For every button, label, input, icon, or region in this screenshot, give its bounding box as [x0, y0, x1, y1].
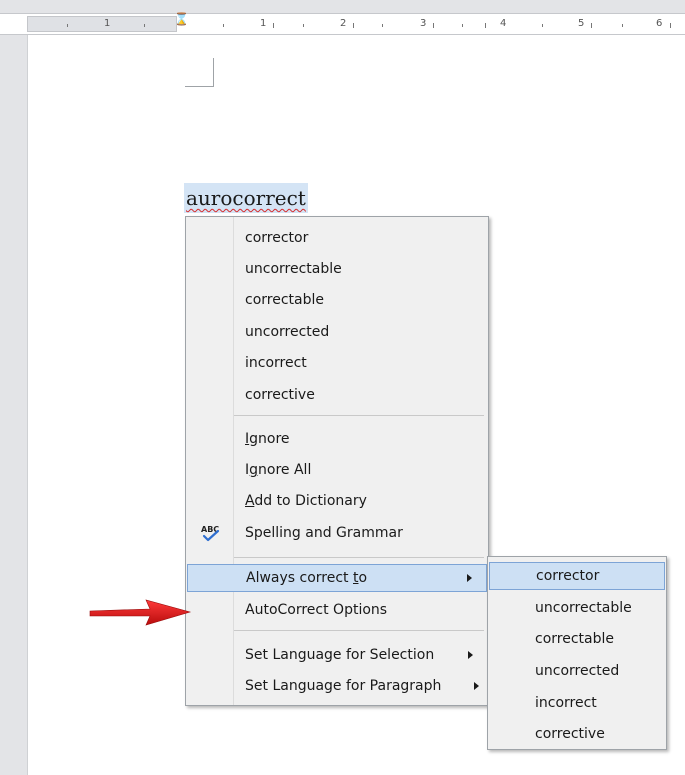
ruler-tick [382, 24, 383, 27]
menu-separator [234, 415, 484, 416]
submenu-arrow-icon [467, 574, 472, 582]
ruler-tick [223, 24, 224, 27]
menu-item-label: nore All [258, 462, 312, 478]
submenu-item-corrective[interactable]: corrective [489, 720, 665, 748]
ruler-tick [622, 24, 623, 27]
ruler-tick [67, 24, 68, 27]
ruler-left-margin [27, 16, 177, 32]
submenu-item-correctable[interactable]: correctable [489, 625, 665, 653]
spelling-check-icon: ABC [201, 525, 219, 542]
spelling-and-grammar-menu-item[interactable]: ABC Spelling and Grammar [187, 519, 487, 547]
ruler-tick [670, 23, 671, 28]
menu-item-label: dd to Dictionary [254, 493, 367, 509]
ruler-number: 1 [260, 18, 267, 29]
ruler-tick [433, 23, 434, 28]
suggestion-uncorrectable[interactable]: uncorrectable [187, 255, 487, 283]
horizontal-ruler[interactable]: 1 1 2 3 4 5 6 [0, 13, 685, 35]
ruler-tick [144, 24, 145, 27]
red-arrow-icon [89, 599, 192, 626]
ignore-all-menu-item[interactable]: Ignore All [187, 456, 487, 484]
suggestion-uncorrected[interactable]: uncorrected [187, 318, 487, 346]
suggestion-corrective[interactable]: corrective [187, 381, 487, 409]
menu-item-label: Set Language for Selection [245, 647, 435, 663]
ruler-number: 1 [104, 18, 111, 29]
mnemonic: A [245, 493, 255, 509]
always-correct-to-menu-item[interactable]: Always correct to [187, 564, 487, 592]
suggestion-incorrect[interactable]: incorrect [187, 349, 487, 377]
submenu-item-uncorrected[interactable]: uncorrected [489, 657, 665, 685]
set-language-paragraph-menu-item[interactable]: Set Language for Paragraph [187, 672, 487, 700]
ruler-tick [303, 24, 304, 27]
menu-separator [234, 557, 484, 558]
menu-item-label: Set Language for Paragraph [245, 678, 442, 694]
menu-separator [234, 630, 484, 631]
submenu-arrow-icon [474, 682, 479, 690]
ignore-menu-item[interactable]: Ignore [187, 425, 487, 453]
always-correct-to-submenu: corrector uncorrectable correctable unco… [487, 556, 667, 750]
menu-item-label: Spelling and Grammar [245, 525, 403, 541]
ruler-number: 2 [340, 18, 347, 29]
spellcheck-context-menu: corrector uncorrectable correctable unco… [185, 216, 489, 706]
suggestion-correctable[interactable]: correctable [187, 286, 487, 314]
set-language-selection-menu-item[interactable]: Set Language for Selection [187, 641, 487, 669]
ruler-number: 5 [578, 18, 585, 29]
mnemonic: g [249, 462, 259, 478]
ruler-tick [485, 23, 486, 28]
ruler-tick [542, 24, 543, 27]
ruler-number: 4 [500, 18, 507, 29]
menu-item-label: Always correct [246, 570, 353, 586]
ruler-tick [591, 23, 592, 28]
add-to-dictionary-menu-item[interactable]: Add to Dictionary [187, 487, 487, 515]
ruler-tick [273, 23, 274, 28]
suggestion-corrector[interactable]: corrector [187, 224, 487, 252]
menu-item-label: gnore [249, 431, 290, 447]
ruler-number: 6 [656, 18, 663, 29]
page-margin-corner [185, 58, 214, 87]
ruler-number: 3 [420, 18, 427, 29]
ruler-tick [462, 24, 463, 27]
submenu-arrow-icon [468, 651, 473, 659]
submenu-item-uncorrectable[interactable]: uncorrectable [489, 594, 665, 622]
ruler-indent-marker-icon[interactable]: ⌛ [174, 13, 189, 25]
menu-item-label: o [358, 570, 368, 586]
submenu-item-corrector[interactable]: corrector [489, 562, 665, 590]
autocorrect-options-menu-item[interactable]: AutoCorrect Options [187, 596, 487, 624]
misspelled-word[interactable]: aurocorrect [184, 183, 308, 213]
submenu-item-incorrect[interactable]: incorrect [489, 689, 665, 717]
ruler-tick [353, 23, 354, 28]
